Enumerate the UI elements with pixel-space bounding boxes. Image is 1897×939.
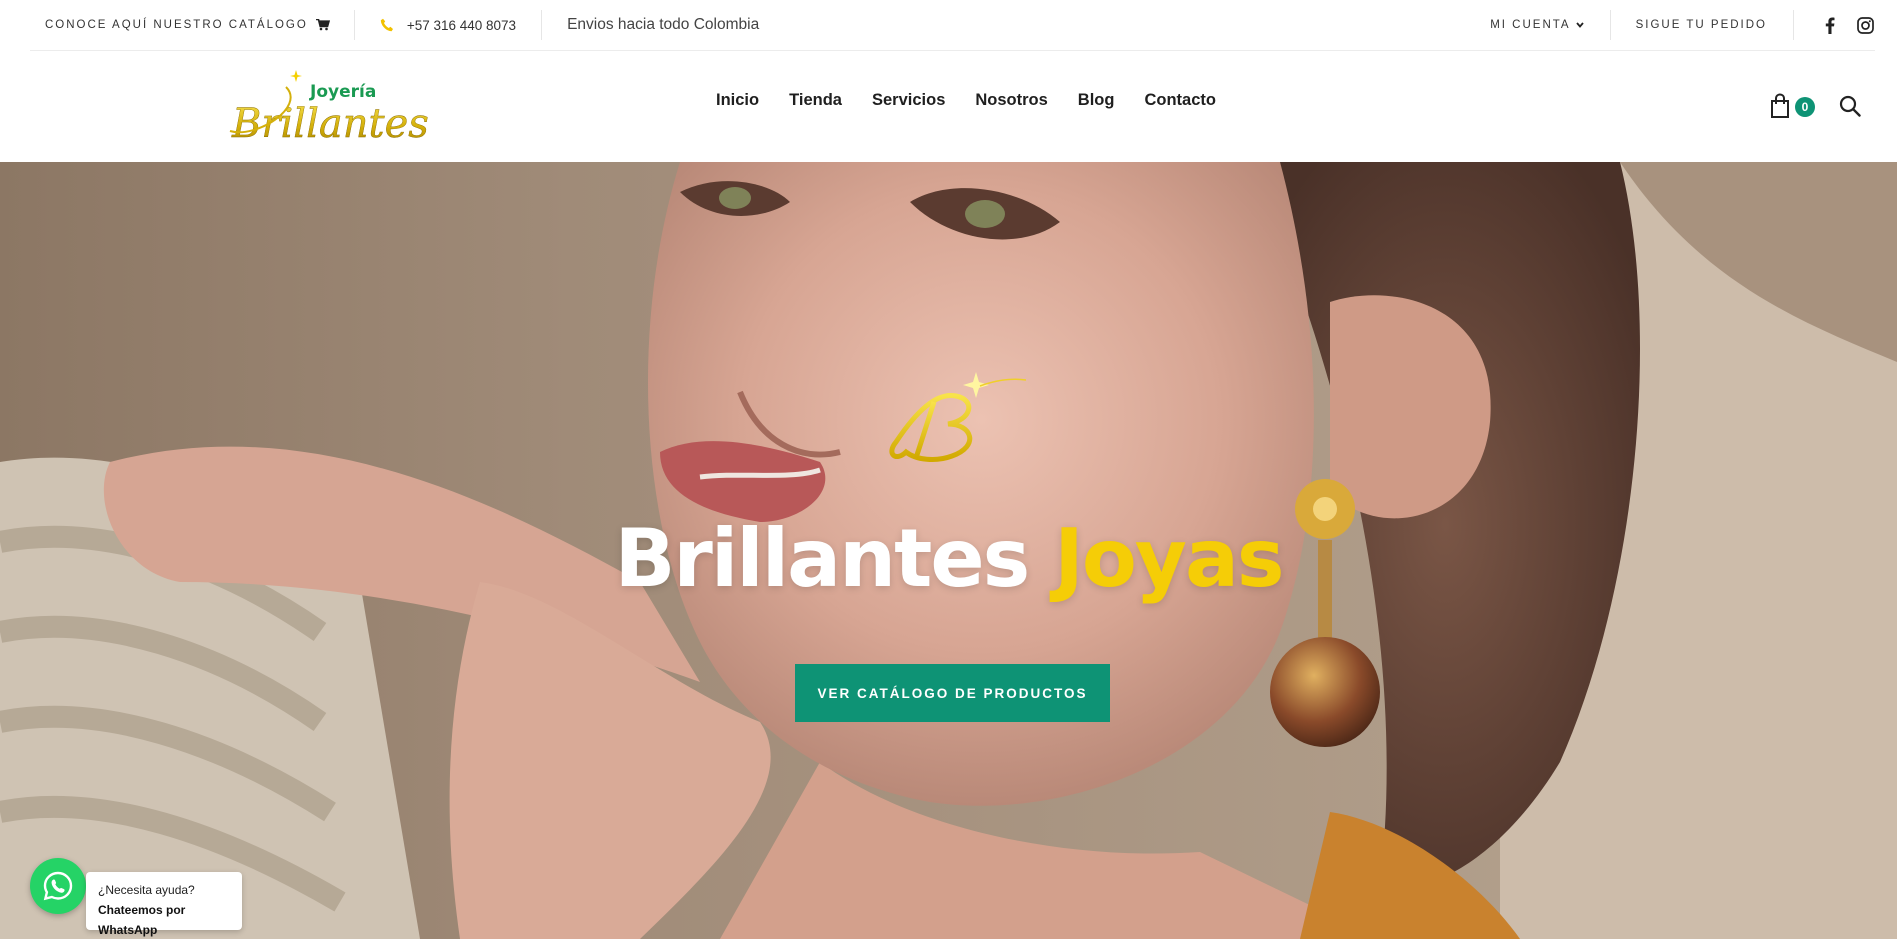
main-nav: Inicio Tienda Servicios Nosotros Blog Co… <box>716 91 1246 110</box>
phone-number: +57 316 440 8073 <box>406 17 517 33</box>
whatsapp-chat-text: Chateemos por WhatsApp <box>98 903 186 937</box>
nav-tienda[interactable]: Tienda <box>789 91 842 110</box>
phone-icon <box>380 18 394 32</box>
whatsapp-icon <box>42 870 74 902</box>
nav-nosotros[interactable]: Nosotros <box>975 91 1047 110</box>
hero-title-main: Brillantes <box>614 512 1030 605</box>
whatsapp-chat-bubble[interactable]: ¿Necesita ayuda? Chateemos por WhatsApp <box>86 872 242 937</box>
catalog-link[interactable]: CONOCE AQUÍ NUESTRO CATÁLOGO <box>30 11 354 39</box>
catalog-label: CONOCE AQUÍ NUESTRO CATÁLOGO <box>45 19 308 31</box>
shipping-notice: Envios hacia todo Colombia <box>567 16 760 33</box>
track-order-link[interactable]: SIGUE TU PEDIDO <box>1611 11 1793 39</box>
chevron-down-icon <box>1575 22 1584 28</box>
nav-servicios[interactable]: Servicios <box>872 91 945 110</box>
hero-banner: Brillantes Joyas VER CATÁLOGO DE PRODUCT… <box>0 162 1897 939</box>
logo-main-word: Brillantes <box>231 101 429 145</box>
nav-blog[interactable]: Blog <box>1078 91 1115 110</box>
brand-monogram-icon <box>876 372 1027 472</box>
view-catalog-button[interactable]: VER CATÁLOGO DE PRODUCTOS <box>795 664 1110 722</box>
facebook-icon[interactable] <box>1820 15 1840 35</box>
whatsapp-button[interactable] <box>30 858 86 914</box>
logo-top-word: Joyería <box>309 82 376 102</box>
cart-icon <box>315 19 330 31</box>
phone-link[interactable]: +57 316 440 8073 <box>355 11 541 39</box>
account-label: MI CUENTA <box>1490 19 1571 31</box>
site-logo[interactable]: Joyería Brillantes <box>226 67 446 147</box>
nav-inicio[interactable]: Inicio <box>716 91 759 110</box>
hero-title: Brillantes Joyas <box>0 512 1897 605</box>
nav-contacto[interactable]: Contacto <box>1144 91 1216 110</box>
instagram-icon[interactable] <box>1855 15 1875 35</box>
cart-count-badge: 0 <box>1795 97 1815 117</box>
search-icon[interactable] <box>1839 95 1861 117</box>
track-order-label: SIGUE TU PEDIDO <box>1635 19 1767 31</box>
hero-title-accent: Joyas <box>1054 512 1284 605</box>
shopping-bag-icon[interactable] <box>1769 93 1793 119</box>
main-header: Joyería Brillantes Inicio Tienda Servici… <box>0 51 1897 162</box>
whatsapp-help-text: ¿Necesita ayuda? <box>98 883 195 897</box>
top-bar: CONOCE AQUÍ NUESTRO CATÁLOGO +57 316 440… <box>30 0 1875 51</box>
account-menu[interactable]: MI CUENTA <box>1490 11 1609 39</box>
